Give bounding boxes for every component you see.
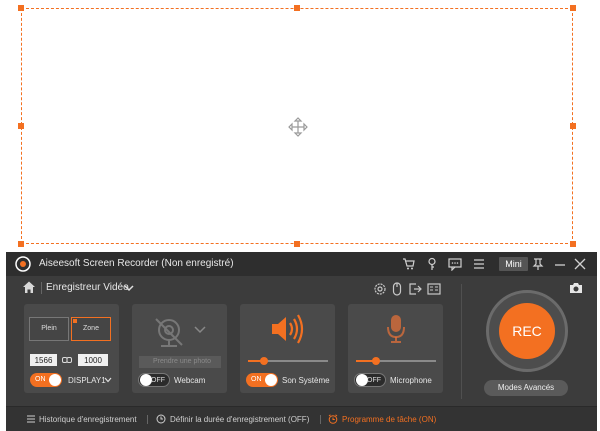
move-cursor-icon[interactable]	[288, 117, 308, 137]
display-select-label[interactable]: DISPLAY1	[68, 376, 106, 385]
microphone-label: Microphone	[390, 376, 432, 385]
nav-bar: Enregistreur Vidéo	[6, 276, 456, 300]
resize-handle-top-left[interactable]	[18, 5, 24, 11]
app-logo-icon	[15, 256, 31, 272]
system-sound-panel: ON Son Système	[240, 304, 335, 393]
display-toggle[interactable]: ON	[30, 373, 62, 387]
title-bar: Aiseesoft Screen Recorder (Non enregistr…	[6, 252, 597, 276]
microphone-volume-slider[interactable]	[356, 357, 436, 365]
webcam-icon	[155, 318, 183, 347]
cart-icon[interactable]	[401, 256, 417, 272]
advanced-modes-button[interactable]: Modes Avancés	[484, 380, 568, 396]
full-screen-button[interactable]: Plein	[29, 317, 69, 341]
zone-button[interactable]: Zone	[71, 317, 111, 341]
take-photo-button[interactable]: Prendre une photo	[139, 356, 221, 368]
status-separator	[147, 415, 148, 424]
display-panel: Plein Zone ON DISPLAY1	[24, 304, 119, 393]
zone-label: Zone	[83, 325, 99, 332]
resize-handle-top-center[interactable]	[294, 5, 300, 11]
history-link[interactable]: Historique d'enregistrement	[39, 415, 137, 424]
mouse-icon[interactable]	[390, 282, 404, 296]
settings-icon[interactable]	[373, 282, 387, 296]
resize-handle-top-right[interactable]	[570, 5, 576, 11]
status-separator	[320, 415, 321, 424]
microphone-toggle-state: OFF	[367, 377, 381, 384]
resize-handle-bottom-left[interactable]	[18, 241, 24, 247]
pin-icon[interactable]	[530, 256, 546, 272]
system-sound-label: Son Système	[282, 376, 330, 385]
height-input[interactable]	[78, 354, 108, 366]
section-divider	[461, 284, 462, 399]
take-photo-label: Prendre une photo	[153, 358, 211, 365]
status-bar: Historique d'enregistrement Définir la d…	[6, 406, 597, 431]
nav-separator	[41, 282, 42, 294]
full-screen-label: Plein	[41, 325, 57, 332]
toggle-knob	[49, 374, 61, 386]
mini-mode-button[interactable]: Mini	[499, 257, 528, 271]
microphone-toggle[interactable]: OFF	[354, 373, 386, 387]
chevron-down-icon[interactable]	[124, 283, 134, 293]
system-sound-toggle-state: ON	[251, 376, 262, 383]
display-toggle-state: ON	[35, 376, 46, 383]
toggle-knob	[265, 374, 277, 386]
app-title: Aiseesoft Screen Recorder (Non enregistr…	[39, 258, 234, 269]
chevron-down-icon[interactable]	[104, 377, 112, 383]
minimize-icon[interactable]	[552, 256, 568, 272]
link-dimensions-icon[interactable]	[62, 356, 72, 364]
mode-title[interactable]: Enregistreur Vidéo	[46, 282, 129, 293]
system-volume-knob[interactable]	[260, 357, 268, 365]
resize-handle-middle-right[interactable]	[570, 123, 576, 129]
resize-handle-bottom-right[interactable]	[570, 241, 576, 247]
export-icon[interactable]	[408, 282, 422, 296]
camera-icon[interactable]	[569, 282, 583, 294]
list-icon	[27, 415, 35, 423]
alarm-clock-icon	[328, 414, 338, 424]
chat-icon[interactable]	[447, 256, 463, 272]
width-input[interactable]	[30, 354, 57, 366]
microphone-icon	[387, 315, 405, 343]
close-icon[interactable]	[572, 256, 588, 272]
webcam-panel: Prendre une photo OFF Webcam	[132, 304, 227, 393]
clock-icon	[156, 414, 166, 424]
duration-link[interactable]: Définir la durée d'enregistrement (OFF)	[170, 415, 309, 424]
menu-icon[interactable]	[471, 256, 487, 272]
microphone-volume-knob[interactable]	[372, 357, 380, 365]
home-icon[interactable]	[22, 280, 36, 294]
display-icon[interactable]	[427, 282, 441, 296]
system-sound-toggle[interactable]: ON	[246, 373, 278, 387]
key-icon[interactable]	[424, 256, 440, 272]
task-schedule-link[interactable]: Programme de tâche (ON)	[342, 415, 436, 424]
webcam-toggle-state: OFF	[151, 377, 165, 384]
rec-button-ring: REC	[486, 290, 568, 372]
recorder-window: Aiseesoft Screen Recorder (Non enregistr…	[6, 252, 597, 431]
resize-handle-middle-left[interactable]	[18, 123, 24, 129]
webcam-label: Webcam	[174, 376, 206, 385]
chevron-down-icon[interactable]	[194, 326, 206, 334]
zone-corner-mark	[73, 319, 77, 323]
system-volume-slider[interactable]	[248, 357, 328, 365]
resize-handle-bottom-center[interactable]	[294, 241, 300, 247]
microphone-panel: OFF Microphone	[348, 304, 443, 393]
speaker-icon	[272, 314, 304, 344]
webcam-toggle[interactable]: OFF	[138, 373, 170, 387]
rec-button[interactable]: REC	[499, 303, 555, 359]
